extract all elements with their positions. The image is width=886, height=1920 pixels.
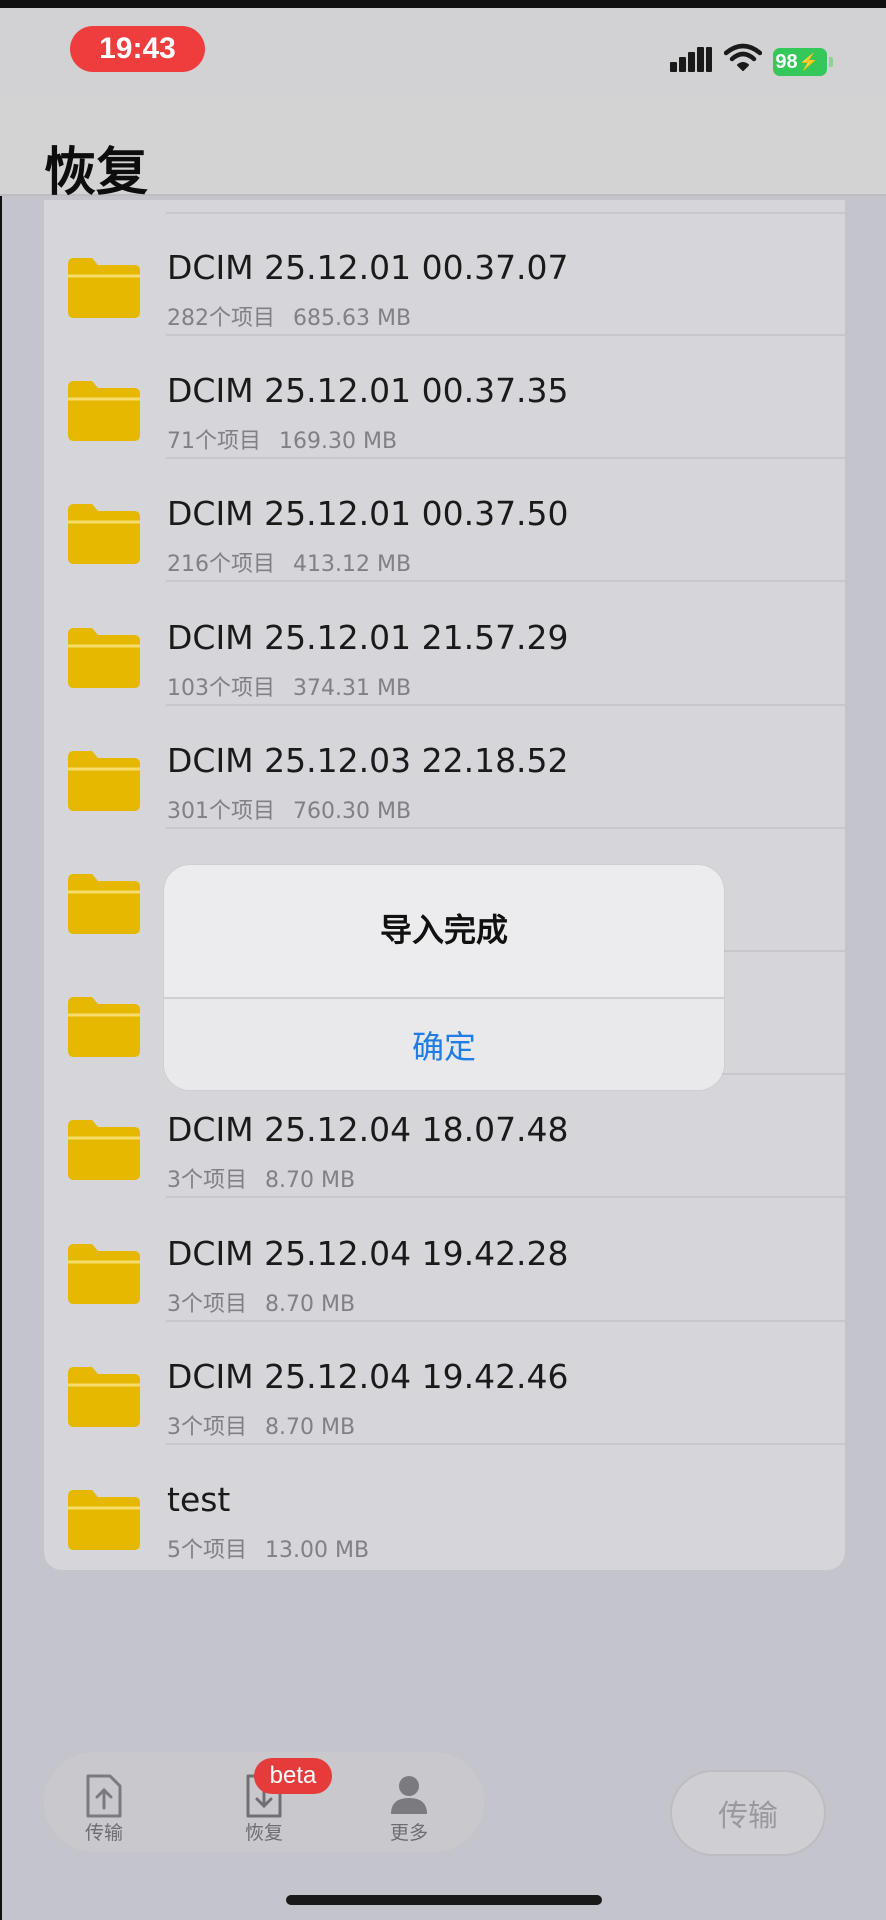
folder-meta: 5个项目 13.00 MB bbox=[167, 1532, 369, 1564]
folder-item-count: 3个项目 bbox=[167, 1168, 247, 1194]
folder-meta: 282个项目 685.63 MB bbox=[167, 300, 411, 332]
confirm-button[interactable]: 确定 bbox=[164, 999, 724, 1090]
folder-item-count: 103个项目 bbox=[167, 675, 275, 701]
folder-icon bbox=[68, 1490, 140, 1550]
tab-label: 传输 bbox=[84, 1822, 123, 1844]
folder-item-count: 301个项目 bbox=[167, 798, 275, 824]
status-bar: 19:43 98 ⚡ bbox=[0, 8, 886, 98]
folder-icon bbox=[68, 750, 140, 811]
folder-size: 685.63 MB bbox=[293, 306, 412, 331]
folder-icon bbox=[68, 627, 140, 688]
folder-item-count: 282个项目 bbox=[167, 306, 275, 331]
page-title: 恢复 bbox=[44, 143, 149, 203]
folder-meta: 3个项目 8.70 MB bbox=[167, 1162, 355, 1194]
folder-name: DCIM 25.12.01 00.37.35 bbox=[167, 371, 569, 411]
wifi-icon bbox=[724, 43, 762, 71]
folder-size: 8.70 MB bbox=[265, 1168, 356, 1194]
folder-icon bbox=[68, 381, 140, 442]
home-indicator[interactable] bbox=[286, 1895, 602, 1905]
folder-name: DCIM 25.12.04 19.42.28 bbox=[167, 1233, 569, 1273]
folder-row[interactable]: DCIM 25.12.01 00.37.07 282个项目 685.63 MB bbox=[44, 212, 845, 336]
folder-icon bbox=[68, 874, 140, 934]
folder-size: 8.70 MB bbox=[265, 1414, 356, 1440]
device-frame-top bbox=[0, 0, 886, 8]
folder-name: test bbox=[167, 1480, 231, 1519]
status-time: 19:43 bbox=[70, 26, 205, 72]
folder-row[interactable]: DCIM 25.12.01 21.57.29 103个项目 374.31 MB bbox=[44, 582, 845, 706]
folder-row[interactable]: DCIM 25.12.01 00.37.35 71个项目 169.30 MB bbox=[44, 335, 845, 460]
folder-row[interactable]: DCIM 25.12.04 18.07.48 3个项目 8.70 MB bbox=[44, 1074, 845, 1199]
folder-meta: 3个项目 8.70 MB bbox=[167, 1286, 355, 1318]
folder-icon bbox=[68, 1366, 140, 1427]
folder-item-count: 3个项目 bbox=[167, 1291, 247, 1317]
row-divider bbox=[166, 212, 845, 214]
folder-item-count: 216个项目 bbox=[167, 552, 275, 578]
folder-name: DCIM 25.12.04 18.07.48 bbox=[167, 1110, 569, 1150]
folder-row[interactable]: test 5个项目 13.00 MB bbox=[44, 1444, 845, 1568]
folder-icon bbox=[68, 504, 140, 565]
folder-icon bbox=[68, 997, 140, 1058]
tab-transfer[interactable]: 传输 bbox=[44, 1752, 164, 1852]
folder-size: 8.70 MB bbox=[265, 1291, 356, 1317]
upload-document-icon bbox=[86, 1774, 122, 1818]
device-frame-left bbox=[0, 0, 2, 1920]
transfer-button[interactable]: 传输 bbox=[670, 1770, 826, 1856]
folder-meta: 103个项目 374.31 MB bbox=[167, 670, 411, 702]
import-complete-alert: 导入完成 确定 bbox=[164, 865, 724, 1090]
folder-name: DCIM 25.12.01 00.37.07 bbox=[167, 248, 569, 287]
folder-row[interactable]: DCIM 25.12.03 22.18.52 301个项目 760.30 MB bbox=[44, 705, 845, 829]
folder-name: DCIM 25.12.04 19.42.46 bbox=[167, 1356, 569, 1396]
folder-size: 169.30 MB bbox=[279, 429, 398, 455]
folder-icon bbox=[68, 1243, 140, 1304]
folder-size: 760.30 MB bbox=[293, 798, 412, 824]
folder-icon bbox=[68, 258, 140, 318]
folder-row[interactable]: DCIM 25.12.04 19.42.46 3个项目 8.70 MB bbox=[44, 1321, 845, 1445]
folder-meta: 216个项目 413.12 MB bbox=[167, 546, 411, 578]
folder-row[interactable]: DCIM 25.12.04 19.42.28 3个项目 8.70 MB bbox=[44, 1198, 845, 1322]
folder-name: DCIM 25.12.01 00.37.50 bbox=[167, 494, 569, 534]
cellular-signal-icon bbox=[670, 44, 712, 72]
folder-meta: 71个项目 169.30 MB bbox=[167, 423, 397, 455]
tab-label: 恢复 bbox=[244, 1822, 283, 1844]
tab-label: 更多 bbox=[389, 1822, 428, 1844]
alert-title: 导入完成 bbox=[379, 911, 508, 949]
battery-icon: 98 ⚡ bbox=[773, 48, 827, 76]
person-icon bbox=[391, 1776, 427, 1814]
folder-name: DCIM 25.12.03 22.18.52 bbox=[167, 740, 569, 780]
beta-badge: beta bbox=[254, 1758, 332, 1794]
folder-name: DCIM 25.12.01 21.57.29 bbox=[167, 617, 569, 657]
charging-bolt-icon: ⚡ bbox=[798, 54, 819, 71]
folder-icon bbox=[68, 1120, 140, 1181]
folder-item-count: 3个项目 bbox=[167, 1414, 247, 1440]
battery-tip bbox=[829, 57, 833, 67]
folder-size: 374.31 MB bbox=[293, 675, 412, 701]
folder-size: 413.12 MB bbox=[293, 552, 412, 578]
folder-meta: 3个项目 8.70 MB bbox=[167, 1409, 355, 1441]
folder-item-count: 71个项目 bbox=[167, 429, 261, 455]
nav-header: 恢复 bbox=[0, 98, 886, 203]
tab-more[interactable]: 更多 bbox=[349, 1752, 469, 1852]
battery-level: 98 bbox=[775, 50, 798, 73]
folder-size: 13.00 MB bbox=[265, 1538, 370, 1563]
folder-row[interactable]: DCIM 25.12.01 00.37.50 216个项目 413.12 MB bbox=[44, 458, 845, 583]
folder-meta: 301个项目 760.30 MB bbox=[167, 793, 411, 825]
folder-item-count: 5个项目 bbox=[167, 1538, 247, 1563]
